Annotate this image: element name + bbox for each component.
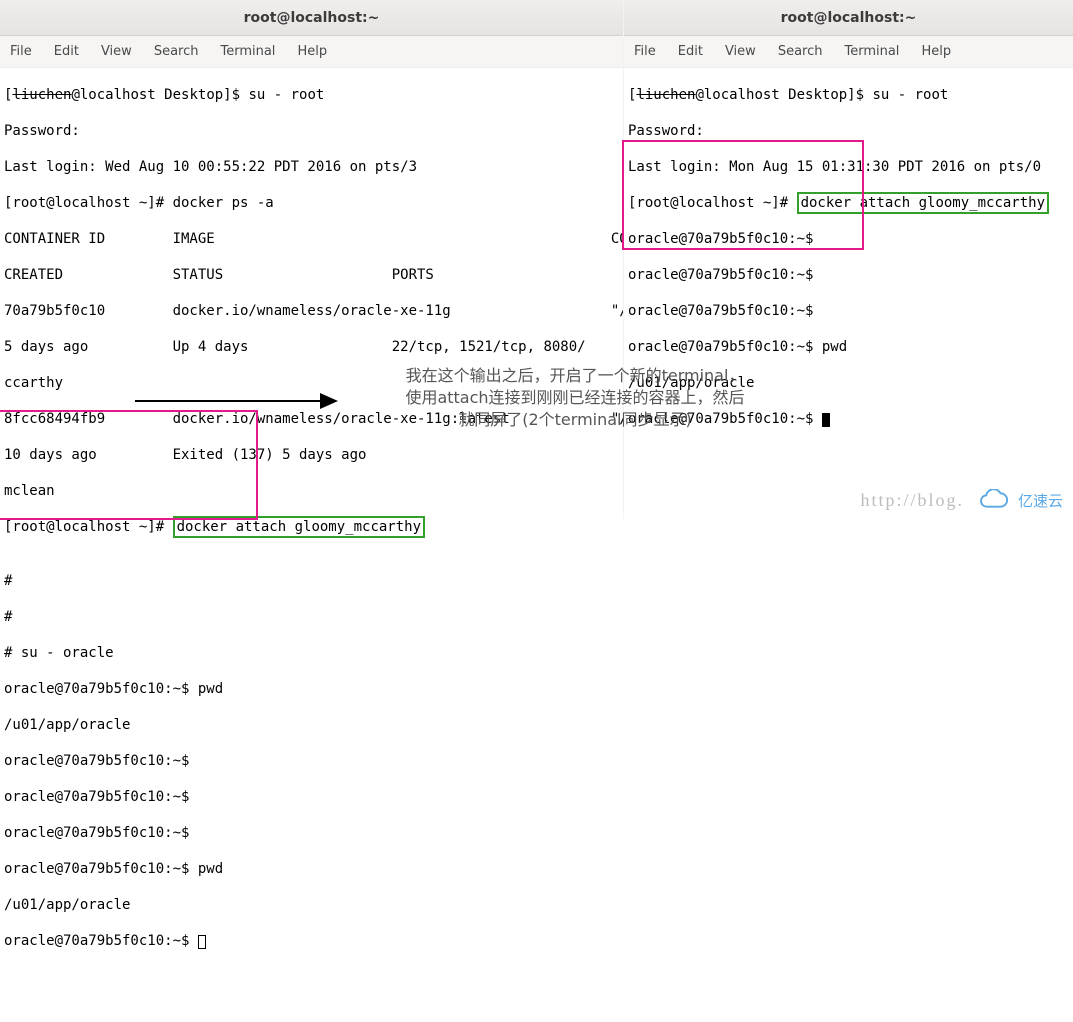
highlight-sync-output-left — [0, 410, 258, 520]
menu-terminal[interactable]: Terminal — [844, 44, 899, 59]
menubar-left: File Edit View Search Terminal Help — [0, 36, 623, 68]
menu-search[interactable]: Search — [154, 44, 199, 59]
menu-view[interactable]: View — [101, 44, 132, 59]
menu-edit[interactable]: Edit — [54, 44, 79, 59]
terminal-body-right[interactable]: [liuchen@localhost Desktop]$ su - root P… — [624, 68, 1073, 500]
redacted-username: liuchen — [636, 87, 695, 103]
menu-terminal[interactable]: Terminal — [220, 44, 275, 59]
menu-help[interactable]: Help — [297, 44, 327, 59]
watermark-brand: 亿速云 — [1018, 490, 1063, 511]
menu-help[interactable]: Help — [921, 44, 951, 59]
titlebar-left: root@localhost:~ — [0, 0, 623, 36]
redacted-username: liuchen — [12, 87, 71, 103]
menu-view[interactable]: View — [725, 44, 756, 59]
cloud-icon — [972, 489, 1010, 511]
titlebar-right: root@localhost:~ — [624, 0, 1073, 36]
highlight-sync-output-right — [622, 140, 864, 250]
window-title: root@localhost:~ — [244, 10, 380, 26]
cursor-right — [822, 413, 830, 427]
cursor-left — [198, 935, 206, 949]
menu-file[interactable]: File — [10, 44, 32, 59]
watermark-url: http://blog. — [860, 490, 964, 511]
window-title: root@localhost:~ — [781, 10, 917, 26]
terminal-body-left[interactable]: [liuchen@localhost Desktop]$ su - root P… — [0, 68, 623, 1022]
menu-file[interactable]: File — [634, 44, 656, 59]
annotation-text: 我在这个输出之后，开启了一个新的terminal， 使用attach连接到刚刚已… — [365, 365, 785, 431]
menu-edit[interactable]: Edit — [678, 44, 703, 59]
menubar-right: File Edit View Search Terminal Help — [624, 36, 1073, 68]
terminal-window-left: root@localhost:~ File Edit View Search T… — [0, 0, 623, 519]
watermark: http://blog. 亿速云 — [860, 489, 1063, 511]
menu-search[interactable]: Search — [778, 44, 823, 59]
terminal-window-right: root@localhost:~ File Edit View Search T… — [623, 0, 1073, 519]
